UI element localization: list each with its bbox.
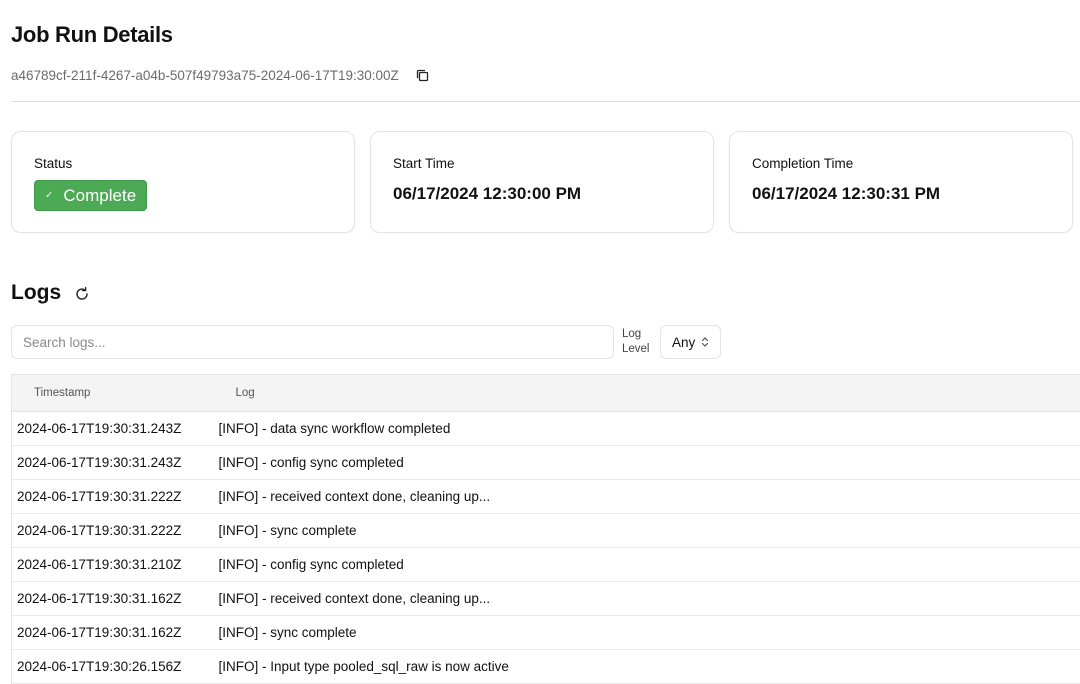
check-icon: ✓ bbox=[45, 191, 53, 201]
completion-time-card: Completion Time 06/17/2024 12:30:31 PM bbox=[729, 131, 1073, 233]
column-header-timestamp[interactable]: Timestamp bbox=[12, 375, 214, 412]
table-row: 2024-06-17T19:30:31.222Z [INFO] - sync c… bbox=[12, 514, 1080, 548]
row-timestamp: 2024-06-17T19:30:26.156Z bbox=[12, 650, 214, 684]
table-row: 2024-06-17T19:30:31.243Z [INFO] - data s… bbox=[12, 412, 1080, 446]
row-log: [INFO] - received context done, cleaning… bbox=[214, 582, 1080, 616]
row-log: [INFO] - data sync workflow completed bbox=[214, 412, 1080, 446]
table-row: 2024-06-17T19:30:31.162Z [INFO] - receiv… bbox=[12, 582, 1080, 616]
row-log: [INFO] - sync complete bbox=[214, 616, 1080, 650]
chevron-up-down-icon bbox=[701, 336, 709, 348]
table-row: 2024-06-17T19:30:26.156Z [INFO] - Input … bbox=[12, 650, 1080, 684]
table-row: 2024-06-17T19:30:31.243Z [INFO] - config… bbox=[12, 446, 1080, 480]
row-log: [INFO] - config sync completed bbox=[214, 548, 1080, 582]
refresh-icon[interactable] bbox=[74, 286, 90, 302]
row-log: [INFO] - received context done, cleaning… bbox=[214, 480, 1080, 514]
start-time-label: Start Time bbox=[393, 156, 455, 171]
row-timestamp: 2024-06-17T19:30:31.162Z bbox=[12, 582, 214, 616]
row-log: [INFO] - config sync completed bbox=[214, 446, 1080, 480]
log-level-label-line2: Level bbox=[622, 342, 650, 357]
row-log: [INFO] - sync complete bbox=[214, 514, 1080, 548]
log-level-selected: Any bbox=[672, 335, 695, 350]
row-log: [INFO] - Input type pooled_sql_raw is no… bbox=[214, 650, 1080, 684]
search-input[interactable] bbox=[11, 325, 614, 359]
status-badge: ✓ Complete bbox=[34, 180, 147, 211]
log-table: Timestamp Log 2024-06-17T19:30:31.243Z [… bbox=[11, 374, 1080, 684]
status-label: Status bbox=[34, 156, 72, 171]
table-row: 2024-06-17T19:30:31.162Z [INFO] - sync c… bbox=[12, 616, 1080, 650]
completion-time-label: Completion Time bbox=[752, 156, 853, 171]
row-timestamp: 2024-06-17T19:30:31.210Z bbox=[12, 548, 214, 582]
completion-time-value: 06/17/2024 12:30:31 PM bbox=[752, 184, 940, 204]
table-row: 2024-06-17T19:30:31.210Z [INFO] - config… bbox=[12, 548, 1080, 582]
header-divider bbox=[11, 101, 1080, 102]
status-card: Status ✓ Complete bbox=[11, 131, 355, 233]
logs-title: Logs bbox=[11, 281, 61, 305]
run-id: a46789cf-211f-4267-a04b-507f49793a75-202… bbox=[11, 68, 399, 83]
row-timestamp: 2024-06-17T19:30:31.243Z bbox=[12, 412, 214, 446]
table-row: 2024-06-17T19:30:31.222Z [INFO] - receiv… bbox=[12, 480, 1080, 514]
log-table-header: Timestamp Log bbox=[12, 375, 1080, 412]
copy-icon[interactable] bbox=[415, 67, 431, 83]
page-title: Job Run Details bbox=[11, 22, 173, 48]
row-timestamp: 2024-06-17T19:30:31.222Z bbox=[12, 480, 214, 514]
row-timestamp: 2024-06-17T19:30:31.162Z bbox=[12, 616, 214, 650]
log-level-select[interactable]: Any bbox=[660, 325, 721, 359]
row-timestamp: 2024-06-17T19:30:31.243Z bbox=[12, 446, 214, 480]
log-level-label: Log Level bbox=[622, 327, 650, 357]
start-time-card: Start Time 06/17/2024 12:30:00 PM bbox=[370, 131, 714, 233]
start-time-value: 06/17/2024 12:30:00 PM bbox=[393, 184, 581, 204]
row-timestamp: 2024-06-17T19:30:31.222Z bbox=[12, 514, 214, 548]
status-value: Complete bbox=[63, 186, 136, 206]
log-level-label-line1: Log bbox=[622, 327, 650, 342]
run-id-row: a46789cf-211f-4267-a04b-507f49793a75-202… bbox=[11, 67, 431, 83]
column-header-log[interactable]: Log bbox=[214, 375, 1080, 412]
